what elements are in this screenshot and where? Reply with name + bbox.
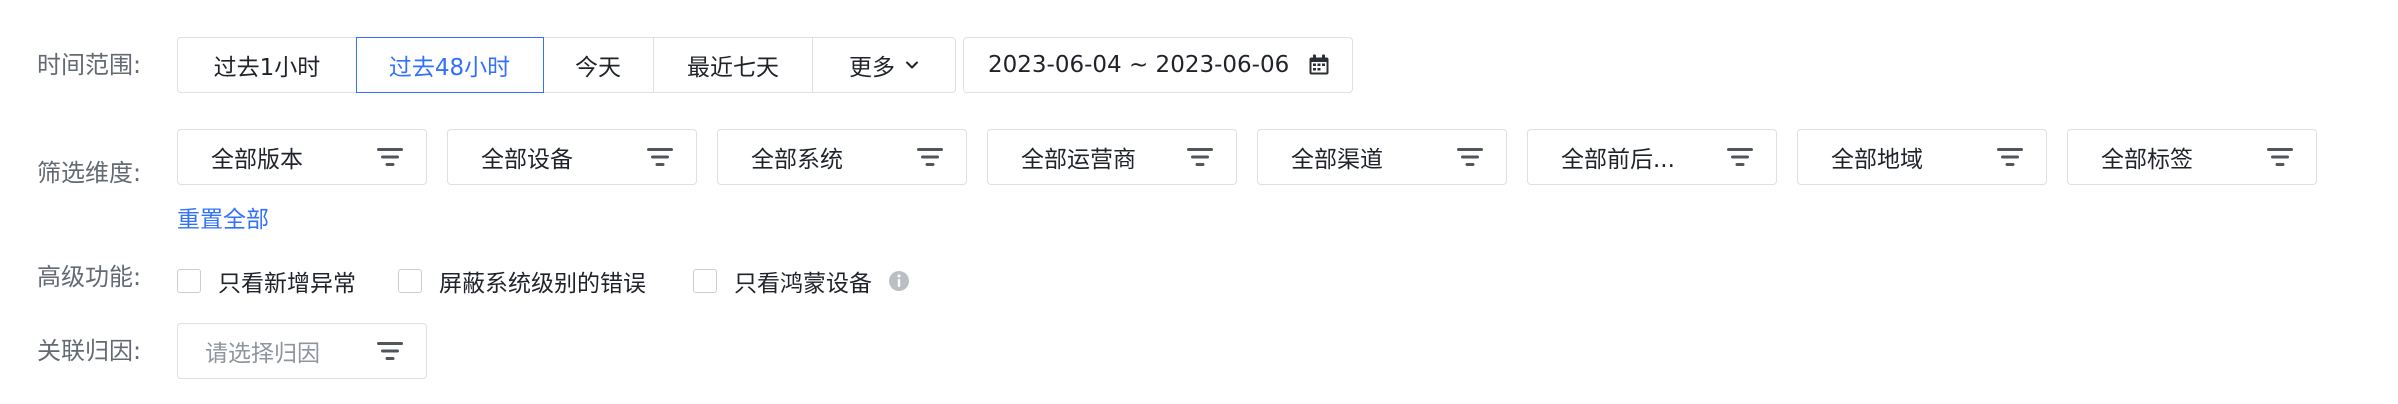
filter-select-device[interactable]: 全部设备: [447, 129, 697, 185]
filter-select-label: 全部版本: [211, 147, 303, 173]
filter-select-region[interactable]: 全部地域: [1797, 129, 2047, 185]
time-range-label: 时间范围:: [37, 51, 142, 79]
checkbox-hide-system-errors[interactable]: 屏蔽系统级别的错误: [398, 264, 646, 298]
attribution-select[interactable]: 请选择归因: [177, 323, 427, 379]
filter-select-label: 全部标签: [2101, 147, 2193, 173]
filter-icon: [1186, 146, 1214, 168]
date-range-value: 2023-06-04 ~ 2023-06-06: [988, 52, 1290, 78]
checkbox-label: 只看鸿蒙设备: [734, 271, 872, 297]
checkbox-label: 只看新增异常: [218, 271, 356, 297]
filter-icon: [1726, 146, 1754, 168]
attribution-placeholder: 请选择归因: [205, 341, 320, 367]
filter-select-version[interactable]: 全部版本: [177, 129, 427, 185]
filter-select-label: 全部运营商: [1021, 147, 1136, 173]
checkbox-label: 屏蔽系统级别的错误: [439, 271, 646, 297]
filter-select-label: 全部地域: [1831, 147, 1923, 173]
time-range-options: 过去1小时 过去48小时 今天 最近七天 更多: [177, 37, 956, 93]
filter-icon: [376, 340, 404, 362]
time-option-past-48-hours[interactable]: 过去48小时: [355, 37, 544, 93]
reset-all-link[interactable]: 重置全部: [177, 200, 269, 234]
info-icon[interactable]: [888, 270, 910, 292]
chevron-down-icon: [905, 60, 919, 70]
filter-icon: [916, 146, 944, 168]
attribution-label: 关联归因:: [37, 337, 142, 365]
filter-icon: [376, 146, 404, 168]
checkbox-new-exceptions-only[interactable]: 只看新增异常: [177, 264, 356, 298]
filter-select-label: 全部系统: [751, 147, 843, 173]
checkbox-harmony-devices-only[interactable]: 只看鸿蒙设备: [693, 264, 910, 298]
calendar-icon: [1308, 54, 1330, 76]
checkbox-box[interactable]: [177, 269, 201, 293]
filter-select-system[interactable]: 全部系统: [717, 129, 967, 185]
advanced-label: 高级功能:: [37, 263, 142, 291]
date-range-picker[interactable]: 2023-06-04 ~ 2023-06-06: [963, 37, 1353, 93]
filter-select-label: 全部设备: [481, 147, 573, 173]
filter-select-carrier[interactable]: 全部运营商: [987, 129, 1237, 185]
time-option-label: 更多: [849, 55, 895, 81]
time-option-today[interactable]: 今天: [542, 37, 654, 93]
filter-icon: [2266, 146, 2294, 168]
filter-select-tag[interactable]: 全部标签: [2067, 129, 2317, 185]
filter-select-channel[interactable]: 全部渠道: [1257, 129, 1507, 185]
time-option-label: 最近七天: [687, 55, 779, 81]
time-option-last-seven-days[interactable]: 最近七天: [652, 37, 814, 93]
filter-icon: [1456, 146, 1484, 168]
filter-icon: [646, 146, 674, 168]
checkbox-box[interactable]: [398, 269, 422, 293]
filter-select-label: 全部前后...: [1561, 147, 1675, 173]
filter-select-foreground-background[interactable]: 全部前后...: [1527, 129, 1777, 185]
time-option-label: 今天: [575, 55, 621, 81]
filters-label: 筛选维度:: [37, 159, 142, 187]
filter-select-label: 全部渠道: [1291, 147, 1383, 173]
time-option-label: 过去1小时: [213, 55, 321, 81]
time-option-past-1-hour[interactable]: 过去1小时: [177, 37, 357, 93]
time-option-more-dropdown[interactable]: 更多: [812, 37, 956, 93]
time-option-label: 过去48小时: [388, 55, 511, 81]
checkbox-box[interactable]: [693, 269, 717, 293]
filter-icon: [1996, 146, 2024, 168]
